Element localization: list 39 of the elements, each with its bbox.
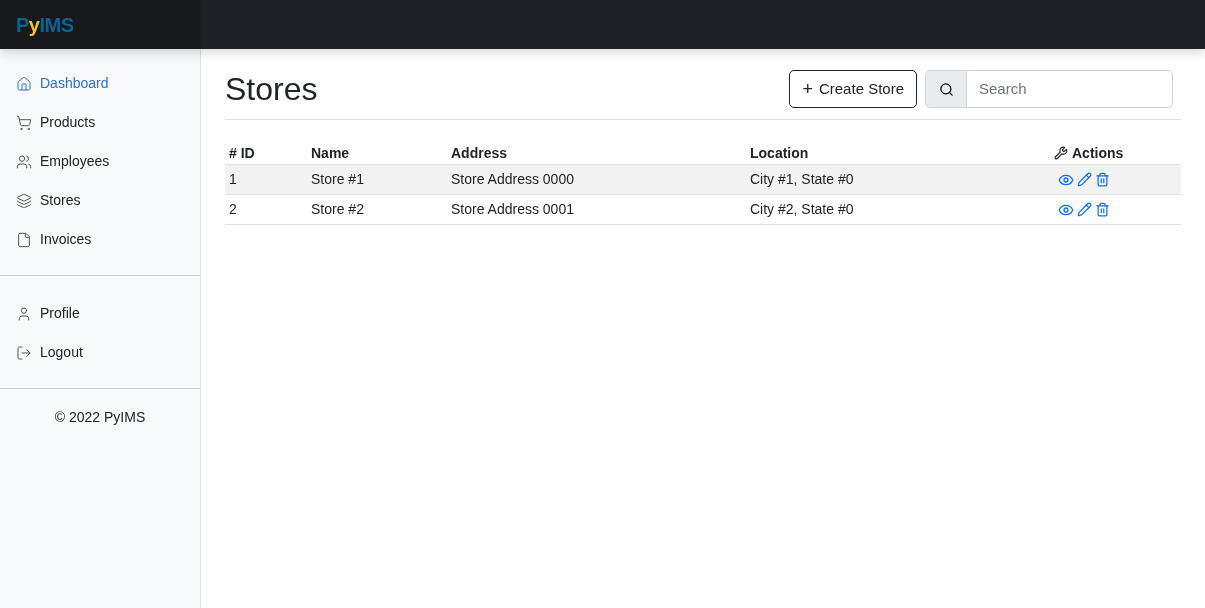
layers-icon: [16, 192, 32, 209]
wrench-icon: [1054, 146, 1068, 160]
table-cell: Store #1: [311, 171, 364, 187]
sidebar-item[interactable]: Invoices: [0, 220, 200, 259]
table-cell: Store Address 0001: [451, 201, 574, 217]
table-row[interactable]: 1 Store #1 Store Address 0000 City #1, State #0: [225, 165, 1181, 195]
column-header: Name: [311, 143, 350, 163]
sidebar-item[interactable]: Logout: [0, 333, 200, 372]
file-icon: [16, 231, 32, 248]
person-icon: [16, 305, 32, 322]
column-header: Location: [750, 143, 809, 163]
logout-icon: [16, 344, 32, 361]
sidebar-item[interactable]: Profile: [0, 294, 200, 333]
home-icon: [16, 75, 32, 92]
search-field[interactable]: Search: [967, 70, 1173, 108]
column-header: Address: [451, 143, 508, 163]
sidebar-item[interactable]: Dashboard: [0, 64, 200, 103]
create-store-button[interactable]: + Create Store: [789, 70, 917, 108]
sidebar-item[interactable]: Products: [0, 103, 200, 142]
trash-icon[interactable]: [1095, 171, 1110, 187]
page-title: Stores: [225, 70, 318, 109]
column-header: # ID: [229, 143, 255, 163]
sidebar-item[interactable]: Stores: [0, 181, 200, 220]
edit-icon[interactable]: [1077, 201, 1092, 217]
table-cell: City #2, State #0: [750, 201, 854, 217]
people-icon: [16, 153, 32, 170]
cart-icon: [16, 114, 32, 131]
table-cell: Store #2: [311, 201, 364, 217]
table-cell: City #1, State #0: [750, 171, 854, 187]
search-icon: [938, 81, 954, 97]
table-cell: Store Address 0000: [451, 171, 574, 187]
table-cell: 1: [229, 171, 237, 187]
table-cell: 2: [229, 201, 237, 217]
copyright-text: © 2022 PyIMS: [53, 408, 147, 427]
sidebar-item[interactable]: Employees: [0, 142, 200, 181]
edit-icon[interactable]: [1077, 171, 1092, 187]
logo[interactable]: PyIMS: [16, 9, 74, 40]
trash-icon[interactable]: [1095, 201, 1110, 217]
column-header: Actions: [1072, 143, 1124, 163]
